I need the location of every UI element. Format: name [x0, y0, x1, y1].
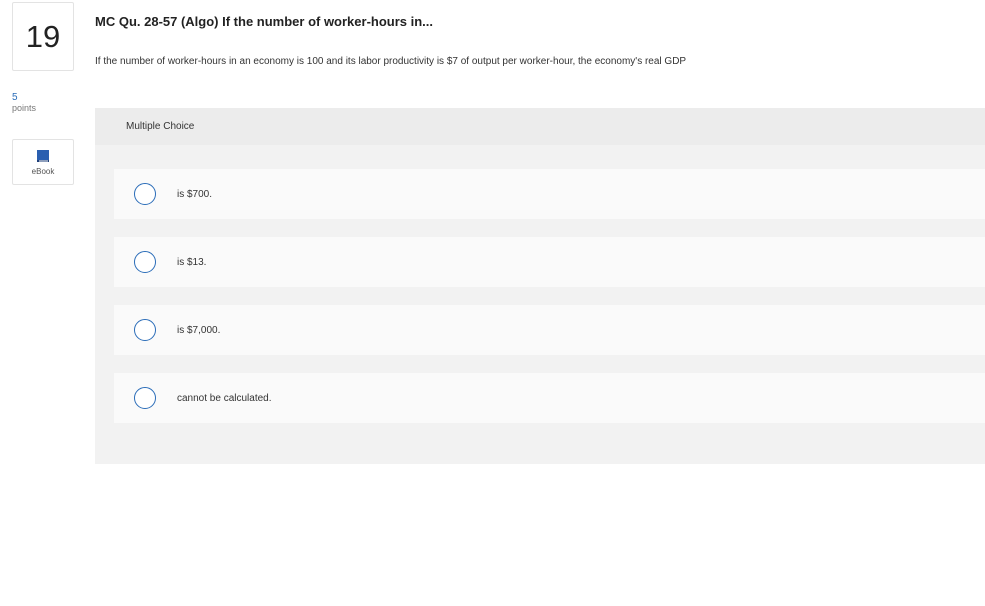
answer-option-label: is $7,000. — [177, 324, 221, 336]
book-icon — [36, 149, 50, 163]
answer-option-2[interactable]: is $13. — [114, 237, 985, 287]
question-text: If the number of worker-hours in an econ… — [95, 56, 687, 67]
answer-option-4[interactable]: cannot be calculated. — [114, 373, 985, 423]
answer-option-label: cannot be calculated. — [177, 392, 272, 404]
answer-option-1[interactable]: is $700. — [114, 169, 985, 219]
points-label: points — [12, 103, 37, 113]
question-number-box: 19 — [12, 2, 74, 71]
points-info: 5 points — [12, 92, 36, 114]
points-value: 5 — [12, 92, 18, 103]
question-number: 19 — [25, 18, 61, 54]
radio-circle-icon[interactable] — [134, 319, 156, 341]
question-title: MC Qu. 28-57 (Algo) If the number of wor… — [95, 14, 434, 29]
multiple-choice-panel: Multiple Choice is $700. is $13. is $7,0… — [95, 108, 985, 464]
radio-circle-icon[interactable] — [134, 251, 156, 273]
ebook-button[interactable]: eBook — [12, 139, 74, 185]
radio-circle-icon[interactable] — [134, 387, 156, 409]
panel-header: Multiple Choice — [95, 108, 985, 145]
radio-circle-icon[interactable] — [134, 183, 156, 205]
panel-header-label: Multiple Choice — [126, 121, 195, 132]
answer-option-3[interactable]: is $7,000. — [114, 305, 985, 355]
answer-option-label: is $13. — [177, 256, 207, 268]
answer-option-label: is $700. — [177, 188, 213, 200]
ebook-label: eBook — [31, 166, 55, 176]
